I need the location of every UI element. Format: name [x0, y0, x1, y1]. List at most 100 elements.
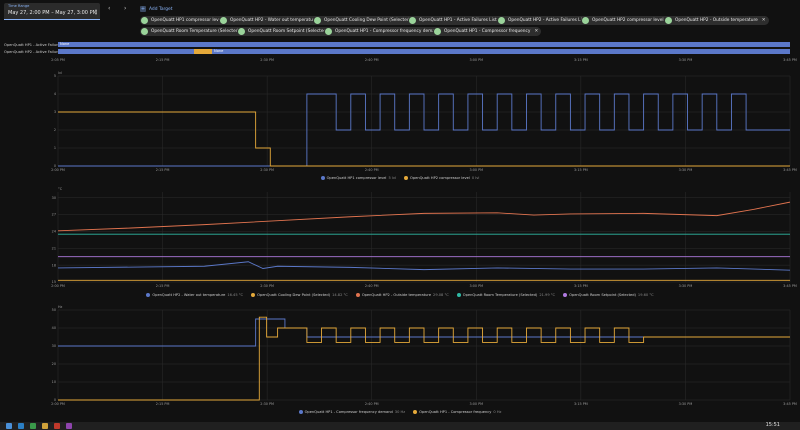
legend-swatch [320, 176, 325, 180]
legend-value: 0 lvl [471, 176, 480, 180]
clock: 15:51 [765, 422, 780, 428]
x-tick-label: 3:45 PM [783, 168, 797, 172]
legend-label: OpenQuatt HP1 - Compressor frequency dem… [304, 410, 393, 414]
y-tick-label: 3 [54, 110, 56, 114]
timeline-bar[interactable] [58, 49, 790, 54]
app-icon[interactable] [30, 423, 36, 429]
series-line[interactable] [57, 261, 791, 271]
x-tick-label: 2:30 PM [260, 168, 274, 172]
x-tick-label: 3:00 PM [469, 284, 483, 288]
legend-label: OpenQuatt HP2 compressor level [410, 176, 470, 180]
timeline-tick-label: 2:40 PM [365, 58, 379, 62]
legend-label: OpenQuatt Room Temperature (Selected) [462, 293, 538, 297]
timeline-tick-label: 2:30 PM [260, 58, 274, 62]
entity-icon [141, 17, 148, 24]
x-tick-label: 3:15 PM [574, 284, 588, 288]
spinner-icon: ▴ ▾ [94, 7, 97, 16]
y-unit-label: Hz [58, 305, 63, 309]
legend-value: 0 Hz [493, 410, 502, 414]
y-tick-label: 4 [54, 92, 56, 96]
legend-item[interactable]: OpenQuatt Cooling Dew Point (Selected) 14… [251, 293, 348, 297]
add-target-label: Add Target [149, 6, 173, 12]
target-chip[interactable]: OpenQuatt HP2 - Water out temperature✕ [219, 16, 329, 25]
time-range-value: May 27, 2:00 PM – May 27, 3:00 PM [8, 10, 97, 16]
legend-item[interactable]: OpenQuatt Room Setpoint (Selected) 19.60 … [563, 293, 654, 297]
chart-legend: OpenQuatt HP1 compressor level 5 lvl OpenQ… [0, 176, 800, 180]
target-chip[interactable]: OpenQuatt Cooling Dew Point (Selected)✕ [313, 16, 423, 25]
y-tick-label: 5 [54, 74, 56, 78]
series-line[interactable] [57, 201, 791, 232]
chart-legend: OpenQuatt HP2 - Water out temperature 16.… [0, 293, 800, 297]
add-target-button[interactable]: + Add Target [140, 4, 172, 14]
legend-swatch [146, 293, 151, 297]
y-tick-label: 21 [52, 246, 56, 250]
legend-swatch [404, 176, 408, 180]
legend-label: OpenQuatt HP1 - Compressor frequency [419, 410, 492, 414]
x-tick-label: 2:15 PM [156, 284, 170, 288]
x-tick-label: 2:00 PM [51, 284, 65, 288]
x-tick-label: 3:30 PM [679, 168, 693, 172]
entity-icon [665, 17, 672, 24]
x-tick-label: 3:45 PM [783, 402, 797, 406]
timeline-tick-label: 3:45 PM [783, 58, 797, 62]
x-tick-label: 3:30 PM [679, 402, 693, 406]
browser-icon[interactable] [18, 423, 24, 429]
legend-item[interactable]: OpenQuatt HP2 - Water out temperature 16.… [146, 293, 243, 297]
folder-icon[interactable] [42, 423, 48, 429]
y-tick-label: 24 [52, 230, 56, 234]
x-tick-label: 3:30 PM [679, 284, 693, 288]
entity-icon [141, 28, 148, 35]
target-chip[interactable]: OpenQuatt HP1 - Compressor frequency ✕ [433, 27, 542, 36]
legend-item[interactable]: OpenQuatt HP2 - Outside temperature 29.08… [355, 293, 449, 297]
x-tick-label: 3:15 PM [574, 402, 588, 406]
legend-item[interactable]: OpenQuatt HP1 - Compressor frequency 0 Hz [413, 410, 501, 414]
app-icon[interactable] [54, 423, 60, 429]
close-icon[interactable]: ✕ [762, 18, 766, 23]
legend-value: 16.45 °C [227, 293, 244, 297]
y-tick-label: 40 [52, 326, 56, 330]
y-tick-label: 20 [52, 362, 56, 366]
close-icon[interactable]: ✕ [534, 29, 538, 34]
x-tick-label: 2:15 PM [156, 168, 170, 172]
legend-swatch [456, 293, 461, 297]
compressor-level-chart: lvl0123452:00 PM 2:15 PM 2:30 PM 2:40 PM 3:0… [51, 71, 797, 172]
temperature-chart: °C1518212427302:00 PM 2:15 PM 2:30 PM 2:40 … [51, 187, 797, 288]
toolbar: Time Range May 27, 2:00 PM – May 27, 3:0… [0, 0, 800, 40]
legend-label: OpenQuatt HP1 compressor level [326, 176, 387, 180]
entity-icon [498, 17, 505, 24]
timeline-tick-label: 3:15 PM [574, 58, 588, 62]
target-chip[interactable]: OpenQuatt HP1 - Active Failures List✕ [408, 16, 508, 25]
timeline-state: None [214, 49, 224, 53]
timeline-row-label: OpenQuatt HP2 - Active Failures ... [4, 50, 67, 54]
app-icon[interactable] [66, 423, 72, 429]
y-tick-label: 30 [52, 344, 56, 348]
chart-legend: OpenQuatt HP1 - Compressor frequency dem… [0, 410, 800, 414]
legend-value: 29.08 °C [433, 293, 449, 297]
series-line[interactable] [58, 316, 790, 401]
y-tick-label: 18 [52, 263, 56, 267]
legend-label: OpenQuatt Room Setpoint (Selected) [569, 293, 636, 297]
timeline-axis: 2:05 PM 2:15 PM 2:30 PM 2:40 PM 3:00 PM 3:15 … [51, 58, 797, 62]
legend-item[interactable]: OpenQuatt HP1 compressor level 5 lvl [320, 176, 396, 180]
x-tick-label: 3:00 PM [469, 168, 483, 172]
compressor-frequency-chart: Hz010203040502:00 PM 2:15 PM 2:30 PM 2:40 P… [51, 305, 797, 406]
target-chip[interactable]: OpenQuatt HP2 compressor level✕ [581, 16, 675, 25]
timeline-segment[interactable] [194, 49, 212, 54]
x-tick-label: 2:40 PM [365, 168, 379, 172]
start-icon[interactable] [6, 423, 12, 429]
legend-swatch [413, 410, 418, 414]
legend-item[interactable]: OpenQuatt Room Temperature (Selected) 21.… [456, 293, 555, 297]
target-chip[interactable]: OpenQuatt HP2 - Outside temperature ✕ [664, 16, 769, 25]
entity-icon [434, 28, 441, 35]
legend-value: 5 lvl [388, 176, 396, 180]
legend-item[interactable]: OpenQuatt HP2 compressor level 0 lvl [404, 176, 479, 180]
next-button[interactable]: › [124, 5, 126, 12]
time-range-picker[interactable]: Time Range May 27, 2:00 PM – May 27, 3:0… [4, 3, 100, 20]
y-tick-label: 10 [52, 380, 56, 384]
y-tick-label: 2 [54, 128, 56, 132]
legend-item[interactable]: OpenQuatt HP1 - Compressor frequency dem… [298, 410, 405, 414]
timeline-tick-label: 3:00 PM [469, 58, 483, 62]
timeline-bar[interactable]: None [58, 42, 790, 47]
prev-button[interactable]: ‹ [108, 5, 110, 12]
target-chip[interactable]: OpenQuatt Room Temperature (Selected)✕ [140, 27, 251, 36]
